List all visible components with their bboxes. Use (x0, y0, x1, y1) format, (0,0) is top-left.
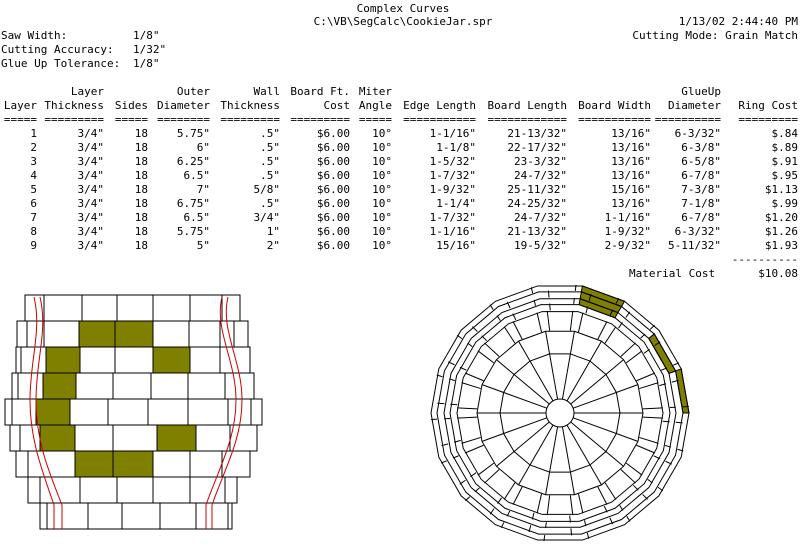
top-view (430, 284, 690, 542)
segment-profile-view (4, 284, 690, 542)
side-view (4, 294, 263, 530)
